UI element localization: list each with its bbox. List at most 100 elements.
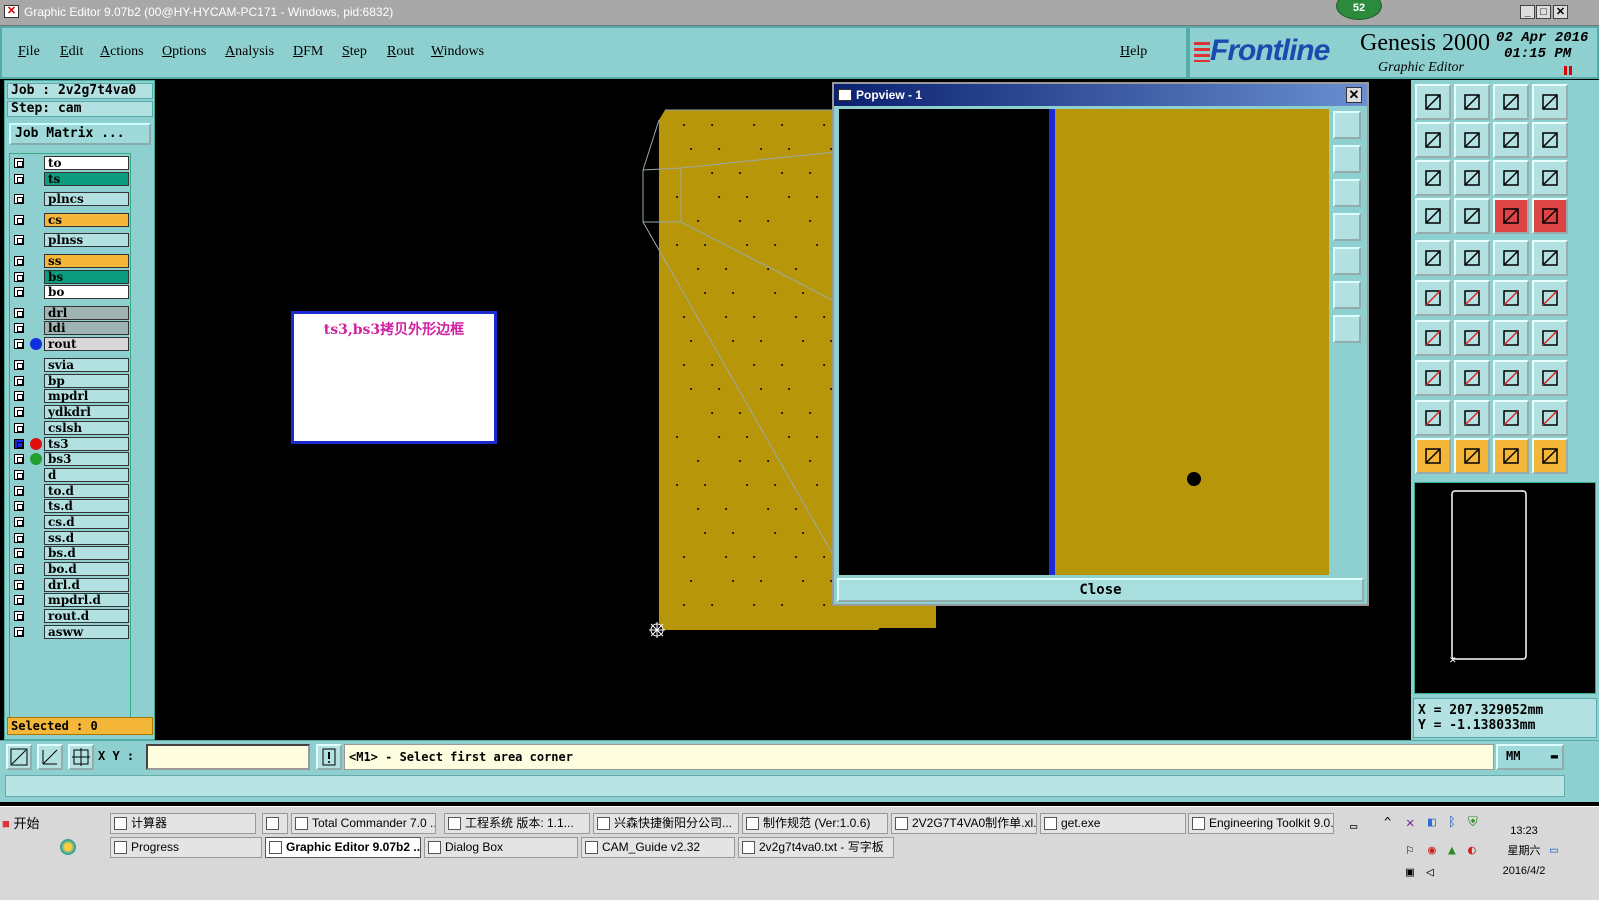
layer-row-rout[interactable]: rout [10,337,130,351]
help-button[interactable] [1532,160,1568,196]
snap-button[interactable] [1415,360,1451,396]
layer-checkbox[interactable] [14,308,24,318]
arrow-up-button[interactable] [1454,400,1490,436]
layer-row-ts[interactable]: ts [10,172,130,186]
layer-name[interactable]: mpdrl [44,389,129,403]
popview-pan-up-button[interactable] [1333,145,1361,173]
maximize-button[interactable]: □ [1536,5,1551,19]
layer-checkbox[interactable] [14,533,24,543]
layer-name[interactable]: bo.d [44,562,129,576]
xy-input[interactable] [146,744,310,770]
cross-button[interactable] [1454,280,1490,316]
copy-button[interactable] [1532,280,1568,316]
task-total-commander[interactable]: Total Commander 7.0 ... [291,813,436,834]
layer-row-ss-d[interactable]: ss.d [10,531,130,545]
layer-checkbox[interactable] [14,627,24,637]
layer-checkbox[interactable] [14,174,24,184]
layer-name[interactable]: drl.d [44,578,129,592]
layer-checkbox[interactable] [14,580,24,590]
layer-checkbox[interactable] [14,158,24,168]
monitor-icon[interactable]: ▣ [1406,865,1414,880]
triangle-button[interactable] [1415,400,1451,436]
layer-name[interactable]: plnss [44,233,129,247]
menu-edit[interactable]: Edit [60,44,83,60]
flag-icon[interactable]: ⚐ [1406,843,1414,858]
layer-checkbox[interactable] [14,235,24,245]
pointer-box-button[interactable] [1493,438,1529,474]
layer-checkbox[interactable] [14,595,24,605]
measure-button[interactable] [1454,198,1490,234]
task-wordpad[interactable]: 2v2g7t4va0.txt - 写字板 [738,837,894,858]
keyboard-icon[interactable]: ▭ [1350,819,1357,833]
antivirus-icon[interactable]: ◐ [1468,843,1476,858]
group-button[interactable] [1532,360,1568,396]
line-button[interactable] [1454,320,1490,356]
layer-checkbox[interactable] [14,423,24,433]
layer-row-mpdrl-d[interactable]: mpdrl.d [10,593,130,607]
rotate-button[interactable] [1493,320,1529,356]
zoom-center-button[interactable] [1454,160,1490,196]
layer-row-bs-d[interactable]: bs.d [10,546,130,560]
task-graphic-editor[interactable]: Graphic Editor 9.07b2 ... [265,837,421,858]
route-button[interactable] [1532,438,1568,474]
minimize-button[interactable]: _ [1520,5,1535,19]
popview-close-button[interactable]: Close [837,578,1364,602]
layer-name[interactable]: ss [44,254,129,268]
angle-button[interactable] [1415,320,1451,356]
layer-row-plnss[interactable]: plnss [10,233,130,247]
layer-name[interactable]: asww [44,625,129,639]
close-window-button[interactable]: ✕ [1553,5,1568,19]
layer-name[interactable]: ts3 [44,437,129,451]
zoom-fit-button[interactable] [1415,160,1451,196]
layer-name[interactable]: mpdrl.d [44,593,129,607]
layer-checkbox[interactable] [14,376,24,386]
resize-button[interactable] [1493,360,1529,396]
layer-row-ydkdrl[interactable]: ydkdrl [10,405,130,419]
layer-checkbox[interactable] [14,548,24,558]
layer-row-bs3[interactable]: bs3 [10,452,130,466]
layer-checkbox[interactable] [14,611,24,621]
popview-zoom-center-button[interactable] [1333,315,1361,343]
layers-button[interactable] [1532,84,1568,120]
step-button[interactable] [1493,122,1529,158]
task-engineering-toolkit[interactable]: Engineering Toolkit 9.0... [1188,813,1334,834]
drc-button[interactable] [1493,198,1529,234]
open-job-button[interactable] [1415,84,1451,120]
layer-row-ts-d[interactable]: ts.d [10,499,130,513]
import-button[interactable] [1415,122,1451,158]
layer-row-ts3[interactable]: ts3 [10,437,130,451]
layer-row-drl[interactable]: drl [10,306,130,320]
layer-checkbox[interactable] [14,470,24,480]
pad-button[interactable] [1415,240,1451,276]
browser-icon[interactable]: ◉ [1428,843,1436,858]
layer-checkbox[interactable] [14,439,24,449]
circle-button[interactable] [1532,240,1568,276]
layer-name[interactable]: to.d [44,484,129,498]
pointer-button[interactable] [1415,438,1451,474]
task-xingsen[interactable]: 兴森快捷衡阳分公司... [593,813,739,834]
popview-zoom-fit-button[interactable] [1333,281,1361,309]
layer-checkbox[interactable] [14,564,24,574]
layer-checkbox[interactable] [14,287,24,297]
layer-name[interactable]: cslsh [44,421,129,435]
layer-name[interactable]: bs3 [44,452,129,466]
menu-step[interactable]: Step [342,44,367,60]
layer-row-cs-d[interactable]: cs.d [10,515,130,529]
layer-row-bo-d[interactable]: bo.d [10,562,130,576]
layer-name[interactable]: ydkdrl [44,405,129,419]
popview-pan-left-button[interactable] [1333,213,1361,241]
layer-name[interactable]: cs [44,213,129,227]
pointer-alt-button[interactable] [1454,438,1490,474]
layer-checkbox[interactable] [14,272,24,282]
network-tray-icon[interactable]: ◧ [1428,815,1436,830]
move-button[interactable] [1493,280,1529,316]
layer-name[interactable]: cs.d [44,515,129,529]
clock[interactable]: 13:23 星期六 2016/4/2 [1496,821,1552,881]
layer-checkbox[interactable] [14,215,24,225]
layer-checkbox[interactable] [14,486,24,496]
snap-mode-icon[interactable] [6,744,32,770]
task-excel-sheet[interactable]: 2V2G7T4VA0制作单.xl... [891,813,1037,834]
drc-alt-button[interactable] [1532,198,1568,234]
tray-expand-icon[interactable]: ^ [1384,815,1391,829]
menu-actions[interactable]: Actions [100,44,144,60]
